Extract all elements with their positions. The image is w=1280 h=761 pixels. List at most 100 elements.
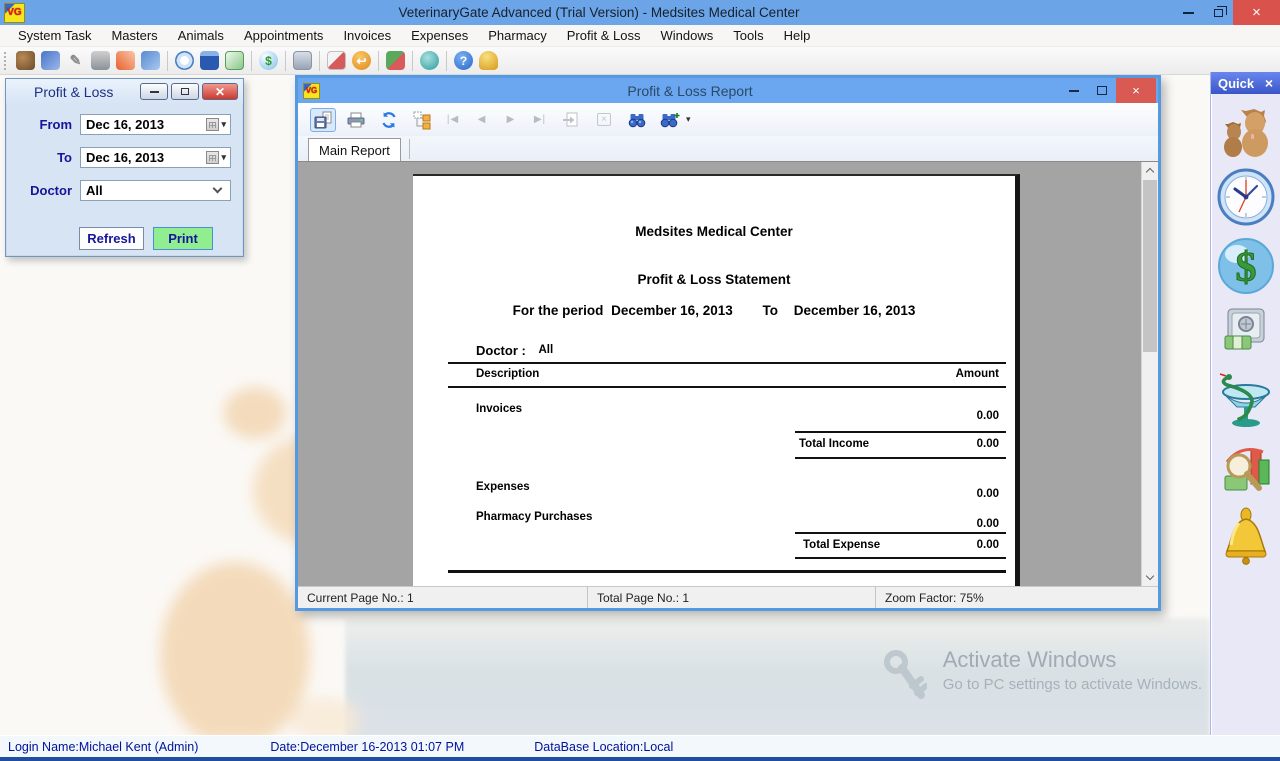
zoom-dropdown-caret[interactable]: ▾ bbox=[686, 114, 691, 125]
menu-animals[interactable]: Animals bbox=[168, 28, 234, 43]
lab-tests-icon[interactable] bbox=[91, 51, 110, 70]
close-button[interactable]: × bbox=[1233, 0, 1280, 25]
chevron-down-icon[interactable]: ▾ bbox=[221, 119, 226, 130]
calendar-picker-icon[interactable] bbox=[206, 118, 219, 131]
dialog-minimize-button[interactable] bbox=[140, 83, 168, 100]
quick-panel-close-icon[interactable]: × bbox=[1265, 75, 1273, 91]
reminders-bell-icon[interactable] bbox=[479, 51, 498, 70]
report-viewport: Medsites Medical Center Profit & Loss St… bbox=[298, 161, 1158, 586]
payments-dollar-icon[interactable]: $ bbox=[259, 51, 278, 70]
menu-expenses[interactable]: Expenses bbox=[401, 28, 478, 43]
scroll-down-arrow[interactable] bbox=[1142, 569, 1158, 586]
doctor-value: All bbox=[538, 344, 553, 356]
toolbar-grip bbox=[4, 52, 8, 70]
dialog-title: Profit & Loss bbox=[34, 84, 137, 100]
binoculars-icon bbox=[627, 110, 647, 130]
menu-appointments[interactable]: Appointments bbox=[234, 28, 334, 43]
calendar-picker-icon[interactable] bbox=[206, 151, 219, 164]
menu-masters[interactable]: Masters bbox=[101, 28, 167, 43]
from-date-input[interactable]: Dec 16, 2013 ▾ bbox=[80, 114, 231, 135]
animals-icon[interactable] bbox=[16, 51, 35, 70]
quick-reports-button[interactable] bbox=[1219, 440, 1273, 496]
mdi-area: Activate Windows Go to PC settings to ac… bbox=[0, 75, 1280, 735]
from-date-value: Dec 16, 2013 bbox=[86, 117, 164, 132]
last-page-button[interactable]: ▶| bbox=[529, 114, 551, 125]
menu-windows[interactable]: Windows bbox=[650, 28, 723, 43]
purchase-return-icon[interactable]: ↩ bbox=[352, 51, 371, 70]
doctor-value: All bbox=[86, 183, 103, 198]
invoices-icon[interactable] bbox=[225, 51, 244, 70]
vertical-scrollbar[interactable] bbox=[1141, 162, 1158, 586]
pharmacy-sales-icon[interactable] bbox=[327, 51, 346, 70]
row-expenses: Expenses bbox=[476, 481, 530, 493]
menu-profit-loss[interactable]: Profit & Loss bbox=[557, 28, 651, 43]
dollar-bubble-icon: $ bbox=[1217, 237, 1275, 295]
quick-appointments-button[interactable] bbox=[1217, 168, 1275, 226]
report-maximize-button[interactable] bbox=[1088, 78, 1116, 103]
row-pharmacy-amount: 0.00 bbox=[977, 518, 999, 530]
help-icon[interactable]: ? bbox=[454, 51, 473, 70]
appointments-clock-icon[interactable] bbox=[175, 51, 194, 70]
quick-animals-button[interactable] bbox=[1217, 101, 1275, 157]
prescription-icon[interactable]: ✎ bbox=[66, 51, 85, 70]
scroll-up-arrow[interactable] bbox=[1142, 162, 1158, 179]
animal-records-icon[interactable] bbox=[41, 51, 60, 70]
rule bbox=[795, 557, 1006, 559]
vaccination-icon[interactable] bbox=[116, 51, 135, 70]
menu-invoices[interactable]: Invoices bbox=[333, 28, 401, 43]
restore-button[interactable] bbox=[1203, 0, 1233, 25]
quick-billing-button[interactable]: $ bbox=[1217, 237, 1275, 295]
quick-panel: Quick × bbox=[1210, 72, 1280, 735]
first-page-button[interactable]: |◀ bbox=[442, 114, 464, 125]
toolbar-separator bbox=[378, 51, 379, 71]
refresh-report-button[interactable] bbox=[376, 108, 402, 132]
quick-pharmacy-button[interactable] bbox=[1217, 367, 1275, 429]
menu-tools[interactable]: Tools bbox=[723, 28, 773, 43]
chevron-down-icon[interactable] bbox=[213, 184, 223, 194]
zoom-button[interactable] bbox=[657, 108, 683, 132]
login-name-status: Login Name:Michael Kent (Admin) bbox=[8, 740, 198, 754]
dialog-maximize-button[interactable] bbox=[171, 83, 199, 100]
pharmacy-icon[interactable] bbox=[420, 51, 439, 70]
report-status-bar: Current Page No.: 1 Total Page No.: 1 Zo… bbox=[298, 586, 1158, 608]
reports-icon[interactable] bbox=[386, 51, 405, 70]
previous-page-button[interactable]: ◀ bbox=[471, 114, 493, 125]
refresh-button[interactable]: Refresh bbox=[79, 227, 144, 250]
window-bottom-edge bbox=[0, 757, 1280, 761]
report-close-button[interactable]: × bbox=[1116, 78, 1156, 103]
menu-pharmacy[interactable]: Pharmacy bbox=[478, 28, 557, 43]
tab-main-report[interactable]: Main Report bbox=[308, 138, 401, 161]
row-invoices: Invoices bbox=[476, 403, 522, 415]
chevron-down-icon[interactable]: ▾ bbox=[221, 152, 226, 163]
to-date-input[interactable]: Dec 16, 2013 ▾ bbox=[80, 147, 231, 168]
report-window: VG Profit & Loss Report × bbox=[295, 75, 1161, 611]
date-status: Date:December 16-2013 01:07 PM bbox=[270, 740, 464, 754]
quick-expenses-button[interactable] bbox=[1221, 306, 1271, 356]
report-minimize-button[interactable] bbox=[1060, 78, 1088, 103]
report-chart-icon bbox=[1219, 440, 1273, 496]
export-icon bbox=[313, 110, 333, 130]
menu-system-task[interactable]: System Task bbox=[8, 28, 101, 43]
period-from: December 16, 2013 bbox=[611, 303, 733, 318]
report-toolbar: |◀ ◀ ▶ ▶| × bbox=[298, 103, 1158, 136]
expenses-safe-icon[interactable] bbox=[293, 51, 312, 70]
print-button[interactable]: Print bbox=[153, 227, 213, 250]
next-page-button[interactable]: ▶ bbox=[500, 114, 522, 125]
quick-reminders-button[interactable] bbox=[1219, 507, 1273, 567]
scrollbar-thumb[interactable] bbox=[1143, 180, 1157, 352]
minimize-button[interactable] bbox=[1173, 0, 1203, 25]
export-report-button[interactable] bbox=[310, 108, 336, 132]
doctor-select[interactable]: All bbox=[80, 180, 231, 201]
menu-help[interactable]: Help bbox=[774, 28, 821, 43]
database-location-status: DataBase Location:Local bbox=[534, 740, 673, 754]
current-page-status: Current Page No.: 1 bbox=[298, 587, 588, 608]
calendar-icon[interactable] bbox=[200, 51, 219, 70]
toggle-group-tree-button[interactable] bbox=[409, 108, 435, 132]
find-text-button[interactable] bbox=[624, 108, 650, 132]
grooming-icon[interactable] bbox=[141, 51, 160, 70]
goto-page-button[interactable] bbox=[558, 108, 584, 132]
dialog-close-button[interactable]: ✕ bbox=[202, 83, 238, 100]
close-current-view-button[interactable]: × bbox=[591, 108, 617, 132]
print-report-button[interactable] bbox=[343, 108, 369, 132]
key-icon bbox=[883, 649, 927, 707]
